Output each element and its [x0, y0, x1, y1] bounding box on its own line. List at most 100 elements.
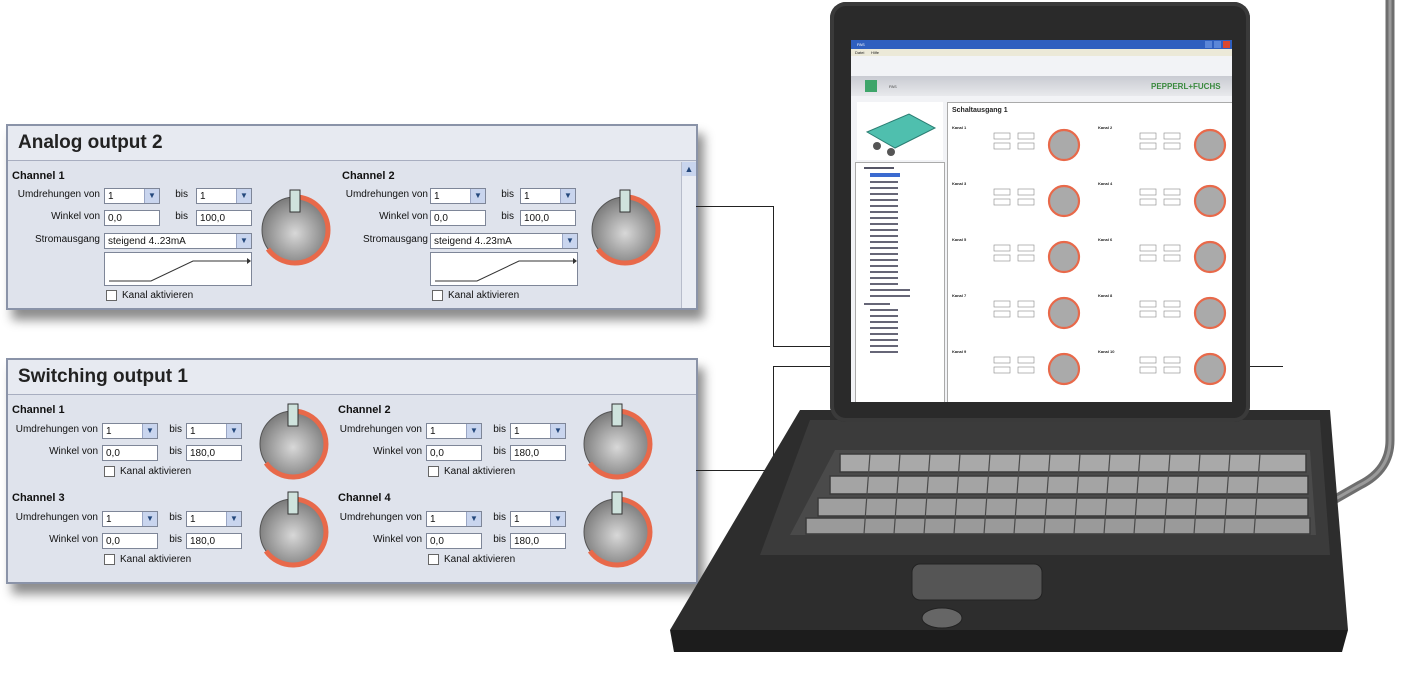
chevron-down-icon[interactable]: ▼ [236, 234, 251, 248]
rotations-from-select[interactable]: 1 ▼ [102, 511, 158, 527]
bis-label: bis [175, 189, 188, 200]
rotations-from-value: 1 [434, 191, 440, 202]
mini-channel-grid [993, 128, 1227, 386]
chevron-down-icon[interactable]: ▼ [144, 189, 159, 203]
rotations-to-select[interactable]: 1 ▼ [186, 511, 242, 527]
bis-label: bis [169, 534, 182, 545]
menu-help[interactable]: Hilfe [871, 50, 879, 55]
bis-label: bis [501, 189, 514, 200]
angle-to-input[interactable]: 180,0 [510, 533, 566, 549]
chevron-down-icon[interactable]: ▼ [142, 424, 157, 438]
output-mode-select[interactable]: steigend 4..23mA ▼ [104, 233, 252, 249]
bis-label: bis [169, 512, 182, 523]
bis-label: bis [493, 424, 506, 435]
chevron-down-icon[interactable]: ▼ [560, 189, 575, 203]
angle-label: Winkel von [49, 446, 98, 457]
rotations-from-value: 1 [108, 191, 114, 202]
chevron-down-icon[interactable]: ▼ [550, 512, 565, 526]
brand-logo: PEPPERL+FUCHS [1151, 82, 1221, 91]
rotations-from-select[interactable]: 1 ▼ [426, 511, 482, 527]
chevron-down-icon[interactable]: ▼ [226, 424, 241, 438]
laptop-base [670, 410, 1348, 652]
activate-channel-label: Kanal aktivieren [122, 290, 194, 302]
rotation-dial[interactable] [256, 400, 330, 480]
activate-channel-label: Kanal aktivieren [120, 466, 192, 478]
rotation-dial[interactable] [256, 488, 330, 568]
maximize-icon[interactable] [1214, 41, 1221, 48]
rotations-to-select[interactable]: 1 ▼ [196, 188, 252, 204]
angle-to-input[interactable]: 100,0 [520, 210, 576, 226]
rotations-from-select[interactable]: 1 ▼ [430, 188, 486, 204]
angle-label: Winkel von [373, 446, 422, 457]
chevron-down-icon[interactable]: ▼ [466, 512, 481, 526]
activate-channel-checkbox[interactable]: Kanal aktivieren [432, 290, 519, 301]
angle-from-input[interactable]: 0,0 [426, 445, 482, 461]
angle-from-input[interactable]: 0,0 [430, 210, 486, 226]
angle-label: Winkel von [51, 211, 100, 222]
analog-output-title: Analog output 2 [8, 126, 696, 161]
rotations-from-select[interactable]: 1 ▼ [426, 423, 482, 439]
chevron-down-icon[interactable]: ▼ [470, 189, 485, 203]
angle-from-input[interactable]: 0,0 [426, 533, 482, 549]
app-titlebar: PAS [851, 40, 1232, 49]
close-icon[interactable] [1223, 41, 1230, 48]
activate-channel-checkbox[interactable]: Kanal aktivieren [428, 466, 515, 477]
rotations-from-select[interactable]: 1 ▼ [102, 423, 158, 439]
chevron-down-icon[interactable]: ▼ [236, 189, 251, 203]
laptop-illustration: PAS Datei Hilfe PAS PEPPERL+FUCHS Schalt… [630, 0, 1408, 673]
rotations-to-value: 1 [524, 191, 530, 202]
angle-label: Winkel von [379, 211, 428, 222]
rotations-to-value: 1 [190, 426, 196, 437]
rotations-from-value: 1 [430, 426, 436, 437]
bis-label: bis [493, 446, 506, 457]
chevron-down-icon[interactable]: ▼ [226, 512, 241, 526]
analog-channel-2-title: Channel 2 [342, 170, 395, 182]
output-curve-graph [430, 252, 578, 286]
chevron-down-icon[interactable]: ▼ [550, 424, 565, 438]
angle-to-input[interactable]: 100,0 [196, 210, 252, 226]
app-window-title: PAS [857, 42, 865, 47]
rotations-to-select[interactable]: 1 ▼ [510, 511, 566, 527]
output-mode-value: steigend 4..23mA [434, 236, 512, 247]
content-area: Schaltausgang 1 Kanal 1 Kanal 2 Kanal 3 … [947, 102, 1232, 402]
angle-to-input[interactable]: 180,0 [186, 533, 242, 549]
activate-channel-checkbox[interactable]: Kanal aktivieren [104, 466, 191, 477]
angle-to-input[interactable]: 180,0 [186, 445, 242, 461]
angle-label: Winkel von [373, 534, 422, 545]
rotations-label: Umdrehungen von [345, 189, 428, 200]
bis-label: bis [175, 211, 188, 222]
rotations-to-select[interactable]: 1 ▼ [510, 423, 566, 439]
switching-channel-1-title: Channel 1 [12, 404, 65, 416]
chevron-down-icon[interactable]: ▼ [466, 424, 481, 438]
chevron-down-icon[interactable]: ▼ [142, 512, 157, 526]
angle-from-input[interactable]: 0,0 [102, 445, 158, 461]
output-curve-graph [104, 252, 252, 286]
app-menubar: Datei Hilfe [851, 49, 1232, 56]
angle-to-input[interactable]: 180,0 [510, 445, 566, 461]
bis-label: bis [169, 446, 182, 457]
rotation-dial[interactable] [258, 186, 332, 266]
menu-file[interactable]: Datei [855, 50, 864, 55]
activate-channel-label: Kanal aktivieren [448, 290, 520, 302]
navigation-tree[interactable] [855, 162, 945, 402]
minimize-icon[interactable] [1205, 41, 1212, 48]
activate-channel-checkbox[interactable]: Kanal aktivieren [428, 554, 515, 565]
rotations-from-value: 1 [430, 514, 436, 525]
rotations-to-value: 1 [190, 514, 196, 525]
rotations-from-value: 1 [106, 514, 112, 525]
activate-channel-checkbox[interactable]: Kanal aktivieren [104, 554, 191, 565]
activate-channel-label: Kanal aktivieren [444, 554, 516, 566]
activate-channel-checkbox[interactable]: Kanal aktivieren [106, 290, 193, 301]
switching-channel-4-title: Channel 4 [338, 492, 391, 504]
bis-label: bis [169, 424, 182, 435]
output-mode-select[interactable]: steigend 4..23mA ▼ [430, 233, 578, 249]
chevron-down-icon[interactable]: ▼ [562, 234, 577, 248]
rotations-to-select[interactable]: 1 ▼ [520, 188, 576, 204]
rotations-from-select[interactable]: 1 ▼ [104, 188, 160, 204]
rotations-to-select[interactable]: 1 ▼ [186, 423, 242, 439]
output-mode-label: Stromausgang [34, 234, 100, 245]
app-banner: PAS PEPPERL+FUCHS [851, 76, 1232, 96]
switching-channel-3-title: Channel 3 [12, 492, 65, 504]
angle-from-input[interactable]: 0,0 [104, 210, 160, 226]
angle-from-input[interactable]: 0,0 [102, 533, 158, 549]
